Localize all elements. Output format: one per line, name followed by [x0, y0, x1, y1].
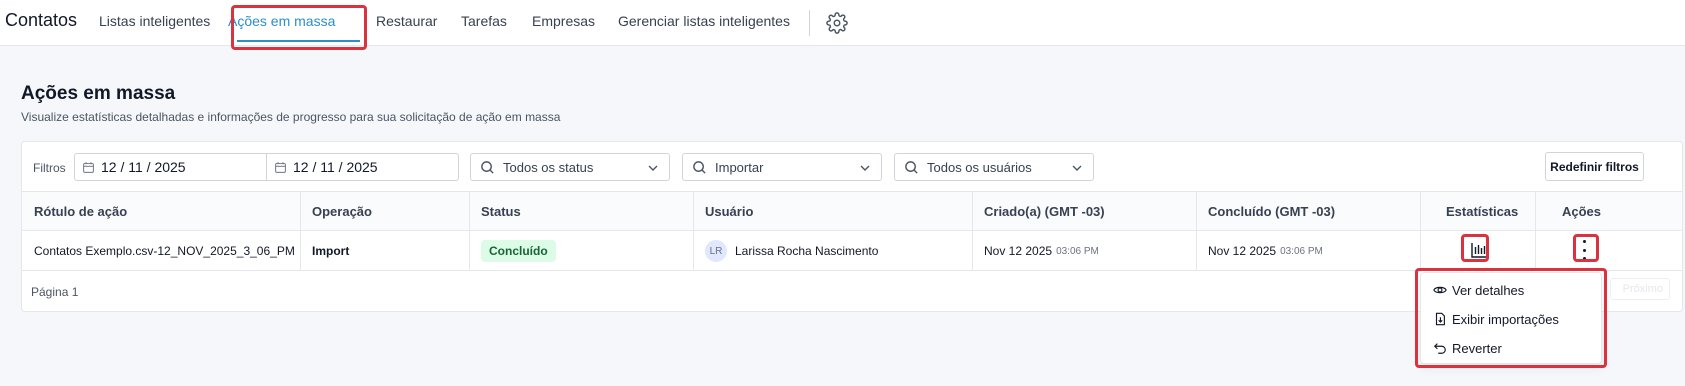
status-filter-select[interactable]: Todos os status [470, 153, 670, 181]
operation-filter-select[interactable]: Importar [682, 153, 882, 181]
completed-time: 03:06 PM [1280, 245, 1323, 257]
page-subtitle: Visualize estatísticas detalhadas e info… [21, 110, 561, 124]
file-import-icon [1435, 312, 1445, 326]
filters-label: Filtros [33, 161, 66, 175]
operation-cell: Import [312, 244, 350, 258]
calendar-icon [83, 161, 94, 173]
page-title: Ações em massa [21, 83, 176, 104]
more-actions-icon[interactable] [1581, 240, 1587, 260]
date-divider [266, 154, 267, 180]
gear-icon[interactable] [826, 12, 848, 34]
chevron-down-icon [1072, 165, 1082, 171]
column-header: Estatísticas [1446, 204, 1519, 219]
column-header: Usuário [705, 204, 754, 219]
completed-date: Nov 12 2025 [1208, 244, 1277, 258]
column-header: Rótulo de ação [34, 204, 128, 219]
menu-item-label: Exibir importações [1452, 311, 1559, 327]
tab-restaurar[interactable]: Restaurar [376, 13, 437, 29]
top-nav: Contatos Listas inteligentes Ações em ma… [0, 0, 1685, 46]
users-filter-select[interactable]: Todos os usuários [894, 153, 1094, 181]
tab-empresas[interactable]: Empresas [532, 13, 595, 29]
status-filter-value: Todos os status [503, 159, 594, 175]
menu-item-exibir-importacoes[interactable]: Exibir importações [1433, 308, 1559, 330]
reset-filters-button[interactable]: Redefinir filtros [1545, 152, 1644, 181]
users-filter-value: Todos os usuários [927, 159, 1032, 175]
calendar-icon [275, 161, 286, 173]
column-header: Operação [312, 204, 372, 219]
active-tab-indicator [237, 40, 360, 42]
operation-filter-value: Importar [715, 159, 764, 175]
action-label-cell[interactable]: Contatos Exemplo.csv-12_NOV_2025_3_06_PM [34, 231, 295, 271]
next-page-button[interactable]: Próximo [1610, 278, 1670, 300]
tab-gerenciar-listas-inteligentes[interactable]: Gerenciar listas inteligentes [618, 13, 790, 29]
menu-item-reverter[interactable]: Reverter [1433, 337, 1502, 359]
date-range-picker[interactable]: 12 / 11 / 2025 12 / 11 / 2025 [74, 153, 459, 181]
avatar: LR [705, 240, 727, 262]
table-header: Rótulo de ação Operação Status Usuário C… [22, 191, 1682, 231]
chevron-down-icon [860, 165, 870, 171]
date-from-value: 12 / 11 / 2025 [101, 159, 186, 175]
nav-divider [809, 10, 810, 36]
date-to-value: 12 / 11 / 2025 [293, 159, 378, 175]
tab-listas-inteligentes[interactable]: Listas inteligentes [99, 13, 210, 29]
search-icon [481, 160, 494, 174]
tab-acoes-em-massa[interactable]: Ações em massa [228, 13, 335, 29]
pagination-label: Página 1 [31, 285, 79, 299]
completed-cell: Nov 12 2025 03:06 PM [1208, 231, 1323, 271]
chevron-down-icon [648, 165, 658, 171]
menu-item-label: Reverter [1452, 340, 1502, 356]
status-cell: Concluído [481, 231, 556, 271]
created-date: Nov 12 2025 [984, 244, 1053, 258]
column-header: Ações [1562, 204, 1602, 219]
date-from-field[interactable]: 12 / 11 / 2025 [82, 154, 186, 180]
menu-item-label: Ver detalhes [1452, 282, 1525, 298]
user-cell: LR Larissa Rocha Nascimento [705, 231, 878, 271]
search-icon [693, 160, 706, 174]
created-time: 03:06 PM [1056, 245, 1099, 257]
app-title: Contatos [5, 10, 78, 30]
search-icon [905, 160, 918, 174]
tab-tarefas[interactable]: Tarefas [461, 13, 507, 29]
column-header: Criado(a) (GMT -03) [984, 204, 1105, 219]
eye-icon [1433, 286, 1447, 294]
date-to-field[interactable]: 12 / 11 / 2025 [274, 154, 378, 180]
status-badge: Concluído [481, 240, 556, 262]
user-name: Larissa Rocha Nascimento [735, 244, 879, 258]
undo-icon [1433, 343, 1446, 354]
table-row[interactable]: Contatos Exemplo.csv-12_NOV_2025_3_06_PM… [22, 231, 1682, 271]
column-header: Status [481, 204, 521, 219]
created-cell: Nov 12 2025 03:06 PM [984, 231, 1099, 271]
actions-menu: Ver detalhes Exibir importações Reverter [1420, 272, 1602, 364]
bar-chart-icon[interactable] [1470, 241, 1488, 259]
menu-item-ver-detalhes[interactable]: Ver detalhes [1433, 279, 1524, 301]
column-header: Concluído (GMT -03) [1208, 204, 1336, 219]
